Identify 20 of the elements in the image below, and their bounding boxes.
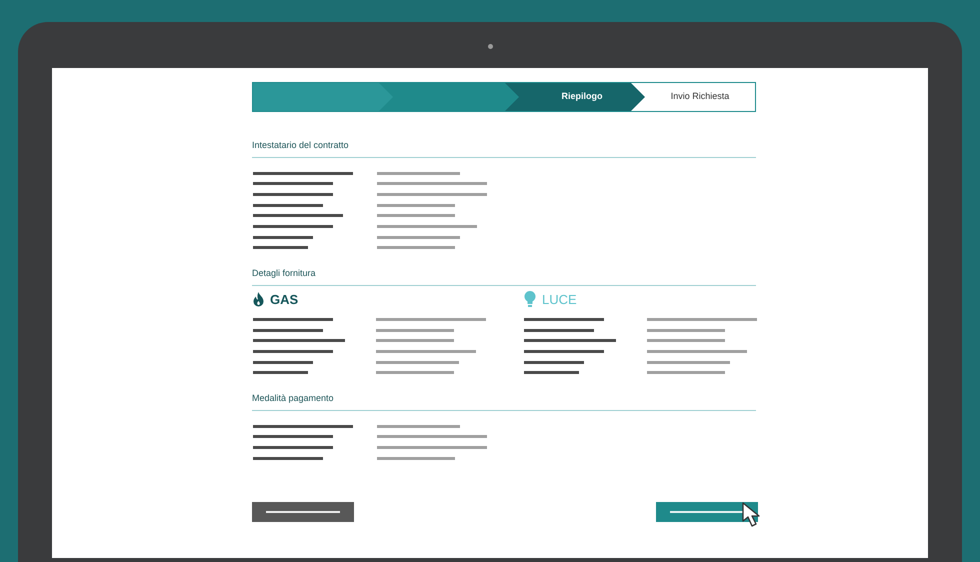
back-button[interactable] [252, 502, 354, 522]
placeholder-line [253, 246, 308, 250]
lightbulb-icon [524, 291, 536, 308]
progress-step: Riepilogo [505, 83, 645, 111]
section-heading: Medalità pagamento [252, 392, 756, 411]
supply-label: GAS [270, 291, 298, 310]
section-heading: Intestatario del contratto [252, 139, 756, 158]
placeholder-line [253, 371, 308, 374]
flame-icon [253, 292, 264, 308]
placeholder-line [524, 360, 584, 364]
placeholder-line [253, 204, 323, 207]
camera-icon [488, 44, 492, 49]
placeholder-line [253, 328, 323, 332]
placeholder-line [253, 360, 313, 364]
placeholder-line [253, 456, 323, 460]
placeholder-line [524, 371, 579, 374]
placeholder-line [253, 236, 313, 239]
section-heading: Detagli fornitura [252, 267, 756, 286]
supply-label: LUCE [542, 291, 577, 310]
placeholder-line [524, 328, 594, 332]
